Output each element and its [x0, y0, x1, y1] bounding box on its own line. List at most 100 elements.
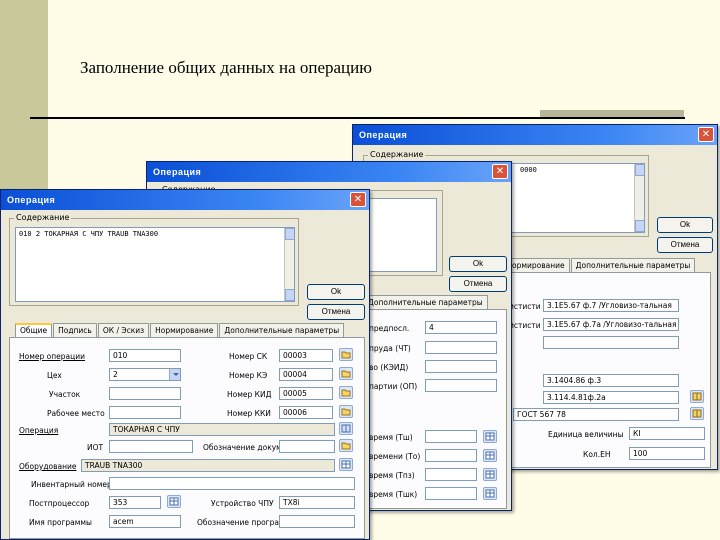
unit-label: Единица величины: [548, 430, 624, 439]
grid-icon[interactable]: [483, 468, 497, 481]
inventory-label: Инвентарный номер: [31, 480, 112, 489]
section-field[interactable]: [109, 387, 181, 400]
param-field-4[interactable]: [425, 379, 497, 392]
ok-button[interactable]: Ok: [449, 256, 507, 272]
close-icon[interactable]: ✕: [492, 164, 508, 179]
tab-general[interactable]: Общие: [15, 323, 53, 337]
param-field-3[interactable]: [425, 360, 497, 373]
folder-open-icon[interactable]: [339, 439, 353, 452]
iot-field[interactable]: [109, 440, 193, 453]
ke-number-field[interactable]: 00004: [279, 368, 333, 381]
postprocessor-label: Постпроцессор: [29, 499, 90, 508]
operation-field[interactable]: ТОКАРНАЯ С ЧПУ: [109, 423, 335, 436]
section-label: Участок: [49, 390, 81, 399]
workshop-label: Цех: [47, 371, 62, 380]
qty-label: Кол.ЕН: [583, 450, 611, 459]
postprocessor-field[interactable]: 353: [109, 496, 161, 509]
book-icon[interactable]: [690, 407, 704, 420]
time-field-1[interactable]: [425, 430, 477, 443]
grid-icon[interactable]: [483, 430, 497, 443]
standard-field-6[interactable]: ГОСТ 567 78: [513, 408, 679, 421]
kid-number-label: Номер КИД: [227, 390, 272, 399]
tab-signature[interactable]: Подпись: [53, 323, 97, 337]
op-number-label: Номер операции: [19, 352, 85, 361]
chevron-down-icon[interactable]: [169, 369, 180, 380]
cnc-device-label: Устройство ЧПУ: [211, 499, 274, 508]
time-field-2[interactable]: [425, 449, 477, 462]
ok-button[interactable]: Ok: [657, 217, 713, 233]
folder-open-icon[interactable]: [339, 348, 353, 361]
param-field-2[interactable]: [425, 341, 497, 354]
book-icon[interactable]: [690, 390, 704, 403]
tab-extra-params[interactable]: Дополнительные параметры: [219, 323, 345, 337]
standard-field-1[interactable]: 3.1Е5.67 ф.7 /Угловизо-тальная: [543, 299, 679, 312]
kid-number-field[interactable]: 00005: [279, 387, 333, 400]
kki-number-field[interactable]: 00006: [279, 406, 333, 419]
grid-icon[interactable]: [167, 495, 181, 508]
cancel-button[interactable]: Отмена: [657, 237, 713, 253]
equipment-label: Оборудование: [19, 462, 77, 471]
memo-scrollbar[interactable]: [284, 228, 294, 301]
equipment-field[interactable]: TRAUB TNA300: [81, 459, 335, 472]
workplace-label: Рабочее место: [47, 409, 105, 418]
window-title: Операция: [353, 125, 717, 145]
cnc-device-field[interactable]: TX8i: [279, 496, 355, 509]
tab-normirovanie[interactable]: ормирование: [507, 258, 570, 272]
workshop-select[interactable]: 2: [109, 368, 181, 381]
content-group-label: Содержание: [368, 150, 426, 159]
content-memo[interactable]: [369, 198, 437, 272]
row-label-8: время (Тшк): [369, 490, 418, 499]
grid-icon[interactable]: [483, 449, 497, 462]
time-field-4[interactable]: [425, 487, 477, 500]
tab-normirovanie[interactable]: Нормирование: [150, 323, 219, 337]
close-icon[interactable]: ✕: [698, 127, 714, 142]
memo-scrollbar[interactable]: [634, 164, 644, 232]
ok-button[interactable]: Ok: [307, 284, 365, 300]
standard-field-4[interactable]: 3.1404.86 ф.3: [543, 374, 679, 387]
grid-icon[interactable]: [339, 458, 353, 471]
folder-open-icon[interactable]: [339, 405, 353, 418]
ke-number-label: Номер КЭ: [229, 371, 268, 380]
row-label-1: истисти: [509, 302, 541, 311]
program-id-field[interactable]: [279, 515, 355, 528]
inventory-field[interactable]: [109, 477, 355, 490]
standard-field-3[interactable]: [543, 336, 679, 349]
operation-label: Операция: [19, 426, 59, 435]
workplace-field[interactable]: [109, 406, 181, 419]
tab-extra-params[interactable]: Дополнительные параметры: [570, 258, 696, 272]
tab-ok-sketch[interactable]: ОК / Эскиз: [97, 323, 150, 337]
folder-open-icon[interactable]: [339, 367, 353, 380]
sk-number-field[interactable]: 00003: [279, 349, 333, 362]
docs-field[interactable]: [279, 440, 335, 453]
standard-field-2[interactable]: 3.1Е5.67 ф.7а /Угловизо-тальная: [543, 318, 679, 331]
content-memo[interactable]: 010 2 ТОКАРНАЯ С ЧПУ TRAUB TNA300: [15, 227, 295, 302]
content-group-label: Содержание: [14, 213, 72, 222]
time-field-3[interactable]: [425, 468, 477, 481]
tab-extra-params[interactable]: Дополнительные параметры: [363, 295, 488, 309]
book-icon[interactable]: [339, 422, 353, 435]
folder-open-icon[interactable]: [339, 386, 353, 399]
program-name-label: Имя программы: [29, 518, 92, 527]
row-label-1: предпосл.: [369, 324, 410, 333]
cancel-button[interactable]: Отмена: [307, 304, 365, 320]
cancel-button[interactable]: Отмена: [449, 276, 507, 292]
row-label-6: времени (То): [369, 452, 421, 461]
param-field-1[interactable]: 4: [425, 321, 497, 334]
row-label-2: истисти: [509, 321, 541, 330]
tab-strip: Дополнительные параметры: [363, 295, 489, 309]
kki-number-label: Номер ККИ: [227, 409, 271, 418]
tab-strip: Общие Подпись ОК / Эскиз Нормирование До…: [15, 323, 345, 337]
row-label-4: партии (ОП): [369, 382, 418, 391]
op-number-field[interactable]: 010: [109, 349, 181, 362]
title-rule: [30, 117, 685, 119]
memo-text: 0000: [520, 166, 537, 174]
qty-field[interactable]: 100: [629, 447, 705, 460]
unit-field[interactable]: КI: [629, 427, 705, 440]
standard-field-5[interactable]: 3.114.4.81ф.2а: [543, 391, 679, 404]
operation-window-front: Операция ✕ Содержание 010 2 ТОКАРНАЯ С Ч…: [0, 189, 370, 540]
sk-number-label: Номер СК: [229, 352, 268, 361]
program-name-field[interactable]: acem: [109, 515, 181, 528]
row-label-7: время (Тпз): [369, 471, 415, 480]
grid-icon[interactable]: [483, 487, 497, 500]
close-icon[interactable]: ✕: [350, 192, 366, 207]
